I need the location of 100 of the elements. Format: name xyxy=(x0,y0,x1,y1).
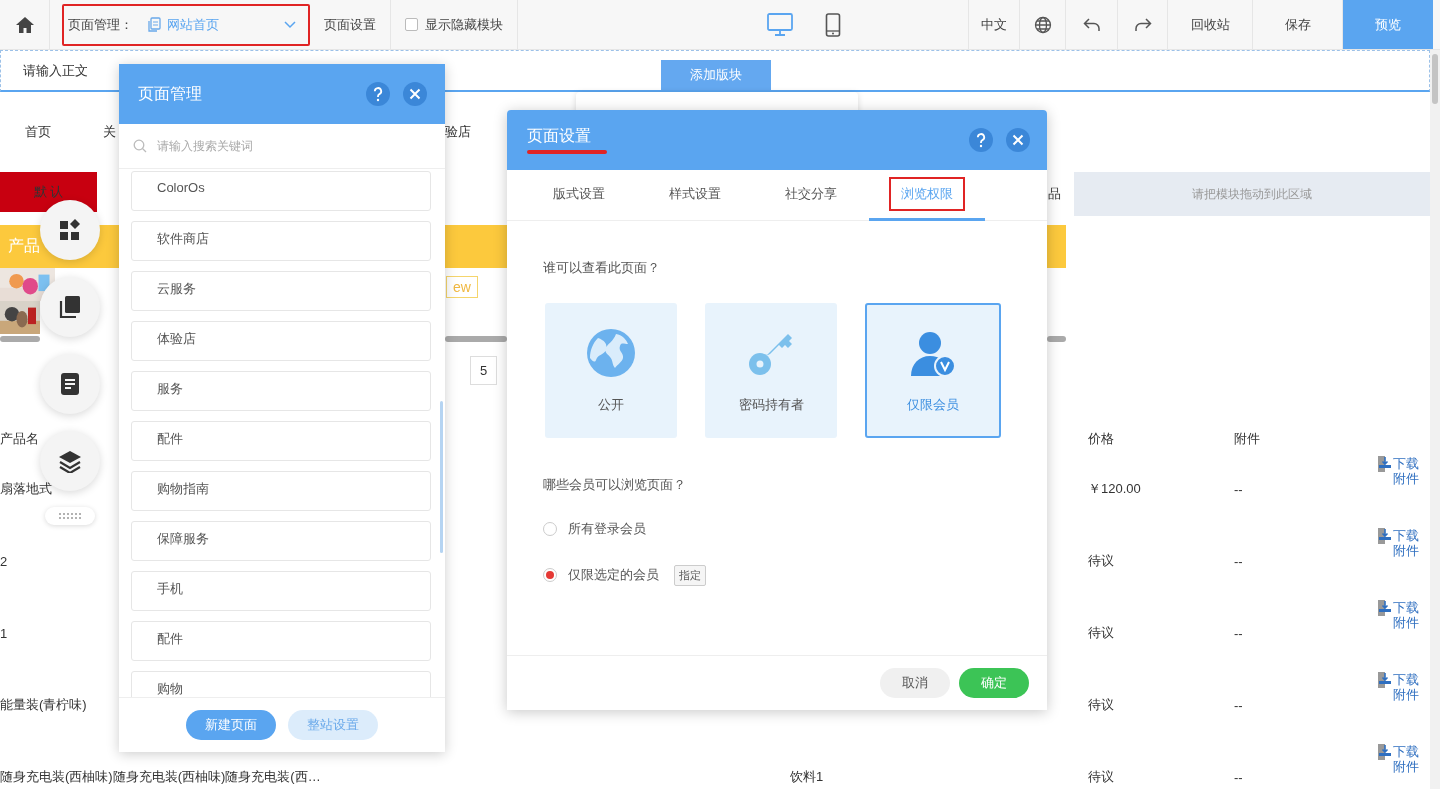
category-text: 品 xyxy=(1048,185,1062,203)
page-list-item[interactable]: 软件商店 xyxy=(131,221,431,261)
pages-icon xyxy=(147,16,161,33)
download-link[interactable]: 下载附件 xyxy=(1378,600,1424,630)
table-cell: 1 xyxy=(0,625,8,641)
field-label: 页面管理： xyxy=(68,15,133,34)
assign-button[interactable]: 指定 xyxy=(674,564,706,586)
page-list-item[interactable]: 体验店 xyxy=(131,321,431,361)
table-cell: 待议 xyxy=(1088,624,1114,642)
drop-zone-hint: 请把模块拖动到此区域 xyxy=(1192,185,1312,203)
dialog-title: 页面设置 xyxy=(527,126,591,146)
nav-item[interactable]: 首页 xyxy=(25,123,51,141)
page-list-item[interactable]: 服务 xyxy=(131,371,431,411)
mobile-view-icon[interactable] xyxy=(825,12,841,37)
download-link[interactable]: 下载附件 xyxy=(1378,456,1424,486)
page-list-item[interactable]: 购物指南 xyxy=(131,471,431,511)
page-list-item[interactable]: 保障服务 xyxy=(131,521,431,561)
tab[interactable]: 版式设置 xyxy=(521,170,637,221)
language-button[interactable]: 中文 xyxy=(981,15,1007,34)
nav-item[interactable]: 验店 xyxy=(445,123,471,141)
table-cell: ￥120.00 xyxy=(1088,480,1141,498)
page-list-item[interactable]: 配件 xyxy=(131,421,431,461)
dots-icon xyxy=(58,512,82,520)
download-link[interactable]: 下载附件 xyxy=(1378,672,1424,702)
checkbox-label[interactable]: 显示隐藏模块 xyxy=(425,15,503,34)
table-cell: 待议 xyxy=(1088,552,1114,570)
download-icon xyxy=(1378,600,1392,616)
scrollbar xyxy=(445,336,507,342)
table-cell: 2 xyxy=(0,553,8,569)
nav-item[interactable]: 关 xyxy=(103,123,116,141)
layers-icon xyxy=(58,449,82,473)
table-cell: 待议 xyxy=(1088,768,1114,786)
tool-button[interactable] xyxy=(40,354,100,414)
tab[interactable]: 社交分享 xyxy=(753,170,869,221)
radio-button[interactable] xyxy=(543,522,557,536)
block-label: 默 认 xyxy=(33,183,64,201)
scrollbar xyxy=(1047,336,1066,342)
scrollbar[interactable] xyxy=(1430,50,1440,789)
download-icon xyxy=(1378,456,1392,472)
cancel-button[interactable]: 取消 xyxy=(880,668,950,698)
download-icon xyxy=(1378,528,1392,544)
page-settings-button[interactable]: 页面设置 xyxy=(324,15,376,34)
table-cell: 随身充电装(西柚味)随身充电装(西柚味)随身充电装(西… xyxy=(0,768,321,786)
checkbox[interactable] xyxy=(405,18,418,31)
search-icon xyxy=(133,139,147,153)
table-cell: 扇落地式 xyxy=(0,480,52,498)
table-cell: -- xyxy=(1234,769,1243,785)
text-placeholder: 请输入正文 xyxy=(23,61,88,80)
tool-button[interactable] xyxy=(40,277,100,337)
download-link[interactable]: 下载附件 xyxy=(1378,528,1424,558)
option-label: 仅限会员 xyxy=(907,395,959,414)
desktop-view-icon[interactable] xyxy=(767,12,793,37)
download-icon xyxy=(1378,744,1392,760)
column-header: 附件 xyxy=(1234,430,1260,448)
chevron-down-icon xyxy=(284,20,296,29)
help-icon[interactable] xyxy=(366,82,390,106)
table-cell: 能量装(青柠味) xyxy=(0,696,87,714)
redo-icon[interactable] xyxy=(1133,17,1152,32)
radio-label[interactable]: 所有登录会员 xyxy=(568,520,646,538)
search-field[interactable]: 请输入搜索关键词 xyxy=(155,138,431,154)
table-cell: 饮料1 xyxy=(790,768,824,786)
document-icon xyxy=(60,372,80,396)
download-icon xyxy=(1378,672,1392,688)
undo-icon[interactable] xyxy=(1082,17,1101,32)
radio-button[interactable] xyxy=(543,568,557,582)
option-label: 密码持有者 xyxy=(738,395,804,414)
page-list-item[interactable]: 手机 xyxy=(131,571,431,611)
page-list-item[interactable]: 云服务 xyxy=(131,271,431,311)
access-option-card[interactable]: 密码持有者 xyxy=(705,303,837,438)
option-label: 公开 xyxy=(598,395,624,414)
drag-handle[interactable] xyxy=(45,507,95,525)
table-cell: -- xyxy=(1234,625,1243,641)
banner-title: 产品 xyxy=(8,236,40,256)
column-header: 产品名 xyxy=(0,430,39,448)
page-number[interactable]: 5 xyxy=(470,356,497,385)
copy-icon xyxy=(59,295,81,319)
scrollbar[interactable] xyxy=(440,401,443,553)
tag: ew xyxy=(446,276,478,298)
download-link[interactable]: 下载附件 xyxy=(1378,744,1424,774)
table-cell: 待议 xyxy=(1088,696,1114,714)
trash-button[interactable]: 回收站 xyxy=(1190,15,1230,34)
help-icon[interactable] xyxy=(969,128,993,152)
table-cell: -- xyxy=(1234,553,1243,569)
close-icon[interactable] xyxy=(1006,128,1030,152)
question-text: 哪些会员可以浏览页面？ xyxy=(543,476,687,494)
save-button[interactable]: 保存 xyxy=(1284,15,1311,34)
question-text: 谁可以查看此页面？ xyxy=(543,259,661,277)
close-icon[interactable] xyxy=(403,82,427,106)
tab[interactable]: 样式设置 xyxy=(637,170,753,221)
page-list-item[interactable]: ColorOs xyxy=(131,171,431,211)
widgets-icon xyxy=(59,219,81,241)
home-icon[interactable] xyxy=(14,15,35,34)
page-list-item[interactable]: 配件 xyxy=(131,621,431,661)
globe-icon xyxy=(586,327,636,378)
scrollbar xyxy=(0,336,40,342)
column-header: 价格 xyxy=(1088,430,1114,448)
radio-label[interactable]: 仅限选定的会员 xyxy=(568,566,659,584)
table-cell: -- xyxy=(1234,481,1243,497)
globe-icon[interactable] xyxy=(1033,15,1052,34)
access-option-card[interactable]: 公开 xyxy=(545,303,677,438)
